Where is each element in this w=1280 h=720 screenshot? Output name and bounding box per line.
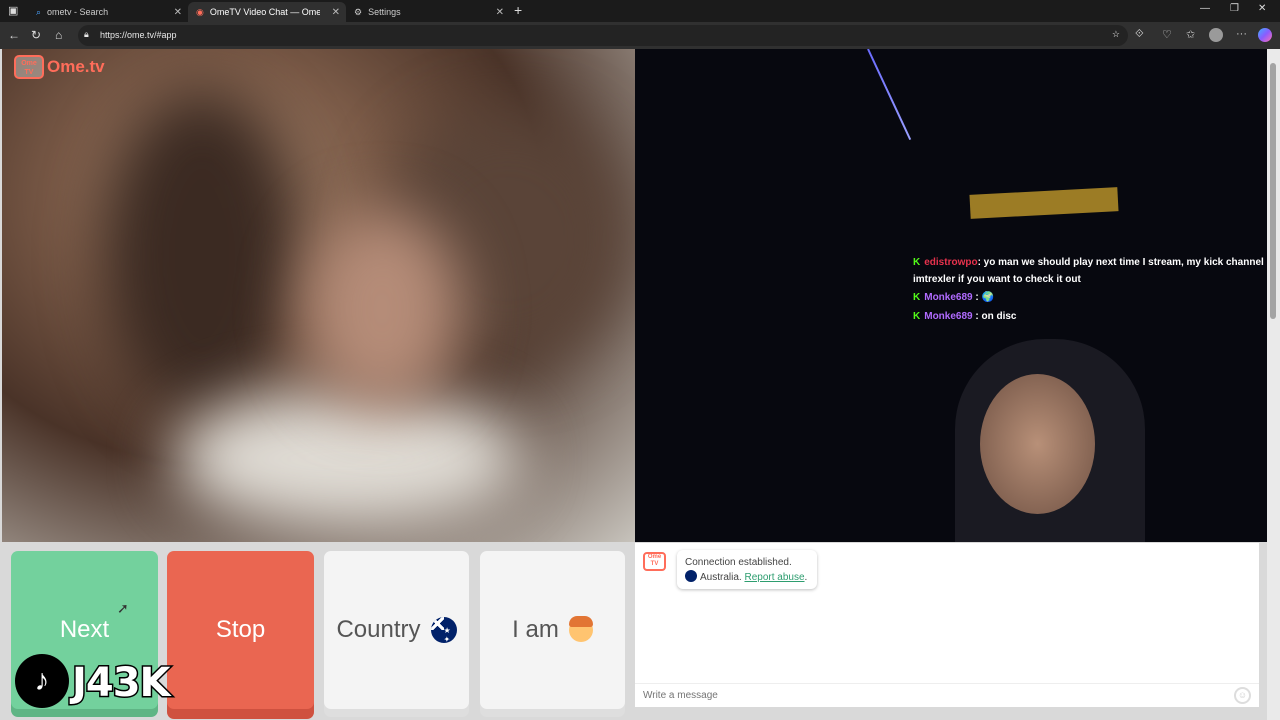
url-text: https://ome.tv/#app [100,30,177,40]
close-icon[interactable]: ✕ [174,7,182,18]
report-abuse-link[interactable]: Report abuse [744,572,804,583]
more-icon[interactable]: ··· [1236,28,1247,40]
message-input[interactable] [643,690,1223,701]
close-icon[interactable]: ✕ [332,7,340,18]
refresh-icon[interactable]: ↻ [31,28,41,42]
australia-flag-icon [430,617,457,643]
emoji-icon[interactable]: ☺ [1234,687,1251,704]
connection-status: Connection established. [685,557,792,568]
gender-button[interactable]: I am [480,551,625,709]
stream-chat-line: K Monke689 : 🌍 [913,290,1280,307]
tab-label: Settings [368,7,401,17]
window-close-icon[interactable]: ✕ [1258,3,1266,14]
report-suffix: . [804,572,808,583]
maximize-icon[interactable]: ❐ [1230,3,1239,14]
tab-actions-icon[interactable]: ▣ [8,4,18,17]
next-label: Next [59,616,110,643]
system-message: Connection established. Australia. Repor… [677,550,817,589]
sign-shape [969,187,1119,219]
favorite-icon[interactable]: ☆ [1112,29,1120,40]
new-tab-icon[interactable]: + [514,2,522,18]
tab-settings[interactable]: ⚙ Settings ✕ [346,2,510,22]
tab-label: ometv - Search [47,7,109,17]
url-field[interactable]: 🔒︎ https://ome.tv/#app ☆ [78,25,1128,46]
country-name: Australia. [700,572,742,583]
face-shape [980,374,1095,514]
video-blur [302,209,462,409]
favorites-icon[interactable]: ✩ [1186,28,1195,41]
profile-icon[interactable] [1209,28,1223,42]
back-icon[interactable]: ← [8,28,20,42]
video-blur [102,89,302,419]
stop-label: Stop [215,616,266,643]
country-button[interactable]: Country [324,551,469,709]
copilot-icon[interactable] [1258,28,1272,42]
chat-user: Monke689 [924,310,973,322]
search-icon: ⌕ [36,6,42,17]
message-input-row: ☺ [635,683,1259,707]
home-icon[interactable]: ⌂ [55,28,62,42]
chat-message: : on disc [975,310,1017,322]
led-strip [867,49,912,141]
stream-chat-overlay: Kedistrowpo: yo man we should play next … [913,255,1280,325]
tab-bar: ▣ ⌕ ometv - Search ✕ ◉ OmeTV Video Chat … [0,0,1280,22]
extensions-icon[interactable]: ⟐ [1135,28,1144,41]
lock-icon: 🔒︎ [84,29,89,39]
tiktok-logo-icon: ♪ [15,654,69,708]
logo-box: Ome TV [14,55,44,79]
page-scrollbar[interactable] [1267,49,1280,720]
tab-ometv[interactable]: ◉ OmeTV Video Chat — Omeg ✕ [188,2,346,22]
ometv-logo: Ome TV Ome.tv [14,55,105,79]
logo-text: Ome.tv [47,57,105,76]
partner-video: Ome TV Ome.tv [2,49,635,542]
close-icon[interactable]: ✕ [496,7,504,18]
stream-chat-line: K Monke689 : on disc [913,309,1280,326]
tab-search[interactable]: ⌕ ometv - Search ✕ [28,2,188,22]
kick-icon: K [913,310,921,322]
chat-user: edistrowpo [924,257,978,268]
ometv-icon: ◉ [196,6,204,17]
country-line: Australia. Report abuse. [685,570,809,585]
browser-essentials-icon[interactable]: ♡ [1162,28,1172,41]
iam-label: I am [512,616,559,643]
country-label: Country [336,616,421,643]
stream-chat-line: Kedistrowpo: yo man we should play next … [913,255,1280,288]
kick-icon: K [913,292,921,303]
australia-flag-icon [685,570,697,582]
stop-button[interactable]: Stop [167,551,314,709]
scrollbar-thumb[interactable] [1270,63,1276,319]
tab-label: OmeTV Video Chat — Omeg [209,7,320,17]
kick-icon: K [913,257,921,268]
watermark-handle: J43K [71,659,173,708]
address-bar: ← ↻ ⌂ 🔒︎ https://ome.tv/#app ☆ ⟐ ♡ ✩ ··· [0,22,1280,49]
minimize-icon[interactable]: — [1200,3,1210,14]
chat-message: : 🌍 [975,292,994,303]
ometv-chat-icon: Ome TV [643,552,666,571]
gear-icon: ⚙ [354,6,363,17]
chat-user: Monke689 [924,292,973,303]
mouse-cursor-icon: ➚ [117,600,129,616]
video-blur [172,389,522,529]
boy-face-icon [568,616,593,642]
